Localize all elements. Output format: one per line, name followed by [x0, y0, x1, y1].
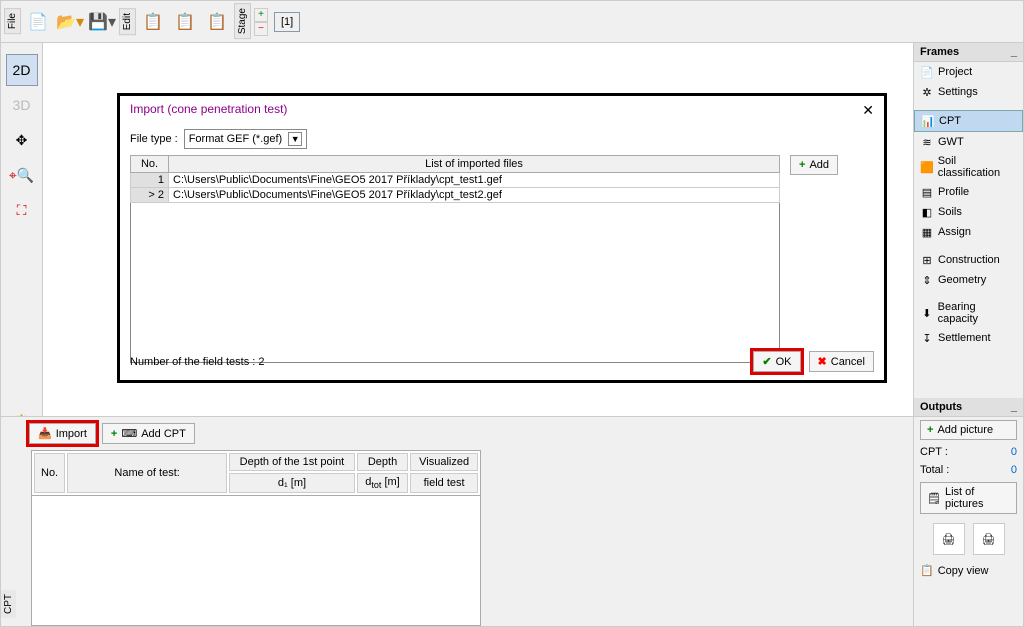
- outputs-header: Outputs_: [914, 398, 1023, 417]
- th-vis: Visualized: [410, 453, 478, 471]
- frame-item-geometry[interactable]: ⇕Geometry: [914, 270, 1023, 290]
- fit-icon[interactable]: ⛶: [6, 194, 38, 226]
- dialog-titlebar: Import (cone penetration test) ✕: [120, 96, 884, 125]
- table-row[interactable]: 1C:\Users\Public\Documents\Fine\GEO5 201…: [131, 173, 780, 188]
- frame-icon: ⊞: [920, 253, 934, 267]
- frame-icon: ◧: [920, 205, 934, 219]
- stage-plusminus: + −: [254, 8, 268, 36]
- import-button[interactable]: 📥 Import: [29, 423, 96, 444]
- th-dtot-sub: dtot [m]: [357, 473, 408, 493]
- frame-icon: ≋: [920, 135, 934, 149]
- frame-item-settlement[interactable]: ↧Settlement: [914, 328, 1023, 348]
- frame-item-project[interactable]: 📄Project: [914, 62, 1023, 82]
- add-picture-button[interactable]: + Add picture: [920, 420, 1017, 440]
- frame-icon: ▦: [920, 225, 934, 239]
- ok-button[interactable]: ✔ OK: [753, 351, 800, 372]
- frame-icon: 📄: [920, 65, 934, 79]
- file-list-body: [130, 203, 780, 363]
- open-icon[interactable]: 📂▾: [55, 7, 85, 37]
- print-icon[interactable]: 🖨: [933, 523, 965, 555]
- cpt-table-body: [31, 496, 481, 626]
- view-3d[interactable]: 3D: [6, 89, 38, 121]
- import-dialog: Import (cone penetration test) ✕ File ty…: [117, 93, 887, 383]
- edit-tab[interactable]: Edit: [119, 8, 136, 35]
- plus-icon: +: [927, 424, 933, 436]
- frame-item-cpt[interactable]: 📊CPT: [914, 110, 1023, 132]
- frame-icon: ✲: [920, 85, 934, 99]
- plus-icon: +: [799, 159, 805, 171]
- cancel-button[interactable]: ✖ Cancel: [809, 351, 874, 372]
- table-row[interactable]: > 2C:\Users\Public\Documents\Fine\GEO5 2…: [131, 188, 780, 203]
- field-test-count: Number of the field tests : 2: [130, 356, 265, 368]
- frame-icon: ↧: [920, 331, 934, 345]
- check-icon: ✔: [762, 355, 771, 368]
- copy1-icon[interactable]: 📋: [138, 7, 168, 37]
- right-panel: Frames_ 📄Project✲Settings 📊CPT≋GWT🟧Soil c…: [913, 43, 1023, 626]
- frame-item-settings[interactable]: ✲Settings: [914, 82, 1023, 102]
- cpt-toolbar: 📥 Import + ⌨ Add CPT: [23, 417, 913, 450]
- th-no: No.: [34, 453, 65, 493]
- stage-remove[interactable]: −: [254, 22, 268, 36]
- frame-icon: ⇕: [920, 273, 934, 287]
- frame-icon: ⬇: [920, 306, 934, 320]
- zoom-select-icon[interactable]: ⌖🔍: [6, 159, 38, 191]
- add-button[interactable]: + Add: [790, 155, 838, 175]
- frame-icon: 📊: [921, 114, 935, 128]
- keyboard-icon: ⌨: [121, 427, 137, 440]
- frame-item-assign[interactable]: ▦Assign: [914, 222, 1023, 242]
- stage-indicator[interactable]: [1]: [274, 12, 300, 32]
- chevron-down-icon: ▼: [288, 132, 302, 146]
- frame-item-construction[interactable]: ⊞Construction: [914, 250, 1023, 270]
- printer-row: 🖨 🖨: [914, 517, 1023, 561]
- list-icon: 🗒: [927, 492, 941, 505]
- stage-add[interactable]: +: [254, 8, 268, 22]
- import-icon: 📥: [38, 427, 52, 440]
- file-tab[interactable]: File: [4, 8, 21, 34]
- total-count: Total :0: [914, 461, 1023, 479]
- file-type-combo[interactable]: Format GEF (*.gef) ▼: [184, 129, 308, 149]
- th-d1: Depth of the 1st point: [229, 453, 355, 471]
- frame-item-soil-classification[interactable]: 🟧Soil classification: [914, 152, 1023, 182]
- close-icon[interactable]: ✕: [862, 102, 874, 119]
- th-name: Name of test:: [67, 453, 227, 493]
- move-icon[interactable]: ✥: [6, 124, 38, 156]
- frame-icon: ▤: [920, 185, 934, 199]
- add-cpt-button[interactable]: + ⌨ Add CPT: [102, 423, 195, 444]
- plus-icon: +: [111, 428, 117, 440]
- new-icon[interactable]: 📄: [23, 7, 53, 37]
- frame-icon: 🟧: [920, 160, 934, 174]
- th-list: List of imported files: [169, 156, 780, 173]
- dialog-title: Import (cone penetration test): [130, 102, 287, 119]
- copy-view-button[interactable]: 📋 Copy view: [914, 561, 1023, 580]
- paste-icon[interactable]: 📋: [202, 7, 232, 37]
- minimize-icon[interactable]: _: [1011, 46, 1017, 58]
- frame-item-profile[interactable]: ▤Profile: [914, 182, 1023, 202]
- cpt-table: No. Name of test: Depth of the 1st point…: [31, 450, 481, 496]
- cpt-count: CPT :0: [914, 443, 1023, 461]
- th-vis-sub: field test: [410, 473, 478, 493]
- copy-icon: 📋: [920, 564, 934, 577]
- file-type-label: File type :: [130, 133, 178, 145]
- view-2d[interactable]: 2D: [6, 54, 38, 86]
- stage-tab[interactable]: Stage: [234, 3, 251, 39]
- frame-item-bearing-capacity[interactable]: ⬇Bearing capacity: [914, 298, 1023, 328]
- x-icon: ✖: [818, 355, 827, 368]
- cpt-tab[interactable]: CPT: [1, 590, 16, 618]
- cpt-panel: CPT 📥 Import + ⌨ Add CPT No. Name of tes…: [1, 416, 913, 626]
- minimize-icon[interactable]: _: [1011, 401, 1017, 413]
- frames-header: Frames_: [914, 43, 1023, 62]
- main-toolbar: File 📄 📂▾ 💾▾ Edit 📋 📋 📋 Stage + − [1]: [1, 1, 1023, 43]
- import-file-table: No. List of imported files 1C:\Users\Pub…: [130, 155, 780, 203]
- copy2-icon[interactable]: 📋: [170, 7, 200, 37]
- frame-item-gwt[interactable]: ≋GWT: [914, 132, 1023, 152]
- th-d1-sub: d₁ [m]: [229, 473, 355, 493]
- th-dtot: Depth: [357, 453, 408, 471]
- th-no: No.: [131, 156, 169, 173]
- print-color-icon[interactable]: 🖨: [973, 523, 1005, 555]
- frame-item-soils[interactable]: ◧Soils: [914, 202, 1023, 222]
- save-icon[interactable]: 💾▾: [87, 7, 117, 37]
- list-pictures-button[interactable]: 🗒 List of pictures: [920, 482, 1017, 514]
